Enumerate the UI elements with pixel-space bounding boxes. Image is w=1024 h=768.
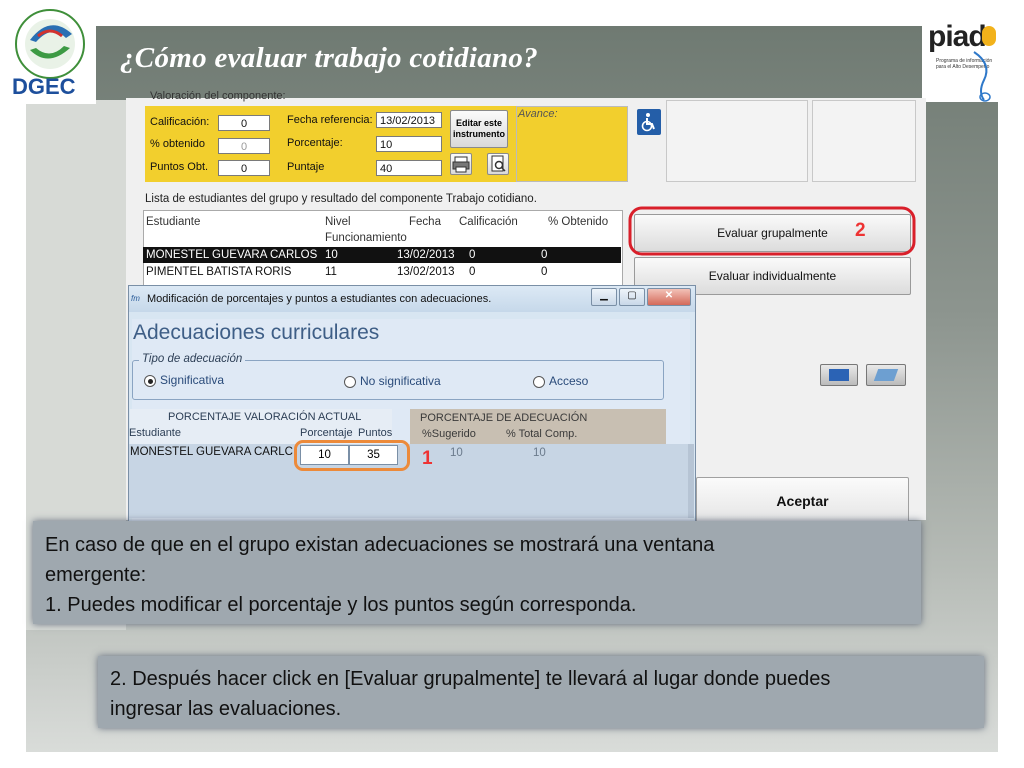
radio-label-acceso: Acceso xyxy=(549,374,589,388)
radio-label-significativa: Significativa xyxy=(160,373,225,387)
note-1-line-3: 1. Puedes modificar el porcentaje y los … xyxy=(45,594,637,616)
section-label: Valoración del componente: xyxy=(150,90,286,102)
col-funcionamiento: Funcionamiento xyxy=(325,232,407,244)
table-row[interactable]: PIMENTEL BATISTA RORIS 11 13/02/2013 0 0 xyxy=(143,264,621,280)
note-1-line-2: emergente: xyxy=(45,564,147,586)
piad-logo: piad Programa de información para el Alt… xyxy=(922,18,1024,102)
puntaje-label: Puntaje xyxy=(287,161,325,173)
print-button[interactable] xyxy=(450,153,472,175)
wheelchair-icon xyxy=(638,110,660,134)
cell-obtenido: 0 xyxy=(541,266,548,278)
radio-dot xyxy=(147,378,153,384)
app-icon: fm xyxy=(131,294,140,303)
col-sugerido-dialog: %Sugerido xyxy=(422,428,476,440)
puntos-obtenidos-label: Puntos Obt. xyxy=(150,161,209,173)
close-button[interactable]: ✕ xyxy=(647,288,691,306)
col-puntos-dialog: Puntos xyxy=(358,427,393,439)
hdr-actual: PORCENTAJE VALORACIÓN ACTUAL xyxy=(168,411,362,423)
col-porcentaje-dialog: Porcentaje xyxy=(300,427,353,439)
cell-estudiante: MONESTEL GUEVARA CARLOS xyxy=(146,249,318,261)
obtenido-label: % obtenido xyxy=(150,138,206,150)
radio-significativa[interactable] xyxy=(144,375,156,387)
dialog-row-total: 10 xyxy=(533,447,546,459)
slide-title: ¿Cómo evaluar trabajo cotidiano? xyxy=(120,42,539,74)
cell-fecha: 13/02/2013 xyxy=(397,266,455,278)
step-badge-1: 1 xyxy=(422,448,433,469)
dialog-title: Modificación de porcentajes y puntos a e… xyxy=(147,293,492,305)
radio-acceso[interactable] xyxy=(533,376,545,388)
fecha-referencia-label: Fecha referencia: xyxy=(287,114,373,126)
fecha-referencia-field[interactable]: 13/02/2013 xyxy=(376,112,442,128)
cell-obtenido: 0 xyxy=(541,249,548,261)
cell-estudiante: PIMENTEL BATISTA RORIS xyxy=(146,266,292,278)
piad-accent-icon xyxy=(982,26,996,46)
highlight-box-1 xyxy=(294,440,410,471)
note-1-line-1: En caso de que en el grupo existan adecu… xyxy=(45,534,715,556)
student-list-title: Lista de estudiantes del grupo y resulta… xyxy=(145,193,537,205)
col-estudiante-dialog: Estudiante xyxy=(129,427,181,439)
cell-fecha: 13/02/2013 xyxy=(397,249,455,261)
avance-box xyxy=(516,106,628,182)
porcentaje-label: Porcentaje: xyxy=(287,137,343,149)
editar-label-line2: instrumento xyxy=(452,129,505,139)
step-badge-2: 2 xyxy=(855,220,866,241)
side-panel xyxy=(666,100,808,182)
printer-icon xyxy=(452,156,470,173)
radio-no-significativa[interactable] xyxy=(344,376,356,388)
print-preview-icon xyxy=(491,155,506,172)
editar-instrumento-button[interactable]: Editar este instrumento xyxy=(450,110,508,148)
dialog-row-sugerido: 10 xyxy=(450,447,463,459)
calificacion-label: Calificación: xyxy=(150,116,210,128)
dialog-scrollbar[interactable] xyxy=(688,444,694,518)
hdr-adecuacion: PORCENTAJE DE ADECUACIÓN xyxy=(420,412,588,424)
piad-logo-text: piad xyxy=(928,20,987,53)
accessibility-button[interactable] xyxy=(637,109,661,135)
porcentaje-field[interactable]: 10 xyxy=(376,136,442,152)
puntos-obtenidos-field[interactable]: 0 xyxy=(218,160,270,176)
preview-button[interactable] xyxy=(487,153,509,175)
col-fecha: Fecha xyxy=(409,216,441,228)
dialog-titlebar: fm Modificación de porcentajes y puntos … xyxy=(129,286,695,312)
group-legend: Tipo de adecuación xyxy=(139,353,246,365)
dialog-row-estudiante: MONESTEL GUEVARA CARLC xyxy=(130,446,293,458)
dgec-logo: DGEC xyxy=(0,0,96,104)
note-1-text: En caso de que en el grupo existan adecu… xyxy=(45,530,714,620)
note-box-2: 2. Después hacer click en [Evaluar grupa… xyxy=(98,656,984,728)
cell-calificacion: 0 xyxy=(469,266,476,278)
note-box-1: En caso de que en el grupo existan adecu… xyxy=(33,521,921,624)
maximize-button[interactable]: ▢ xyxy=(619,288,645,306)
editar-label-line1: Editar este xyxy=(455,118,503,128)
calificacion-field[interactable]: 0 xyxy=(218,115,270,131)
obtenido-field[interactable]: 0 xyxy=(218,138,270,154)
note-2-line-2: ingresar las evaluaciones. xyxy=(110,698,342,720)
dialog-heading: Adecuaciones curriculares xyxy=(133,321,380,344)
toolbar-button-b[interactable] xyxy=(866,364,906,386)
eraser-icon xyxy=(873,369,899,381)
note-2-line-1: 2. Después hacer click en [Evaluar grupa… xyxy=(110,668,831,690)
mouse-cable-icon xyxy=(973,51,991,102)
col-nivel: Nivel xyxy=(325,216,351,228)
minimize-button[interactable]: ▁ xyxy=(591,288,617,306)
radio-label-no-significativa: No significativa xyxy=(360,374,441,388)
table-row-selected[interactable]: MONESTEL GUEVARA CARLOS 10 13/02/2013 0 … xyxy=(143,247,621,263)
cell-nivel: 11 xyxy=(325,266,337,278)
col-estudiante: Estudiante xyxy=(146,216,201,228)
cell-nivel: 10 xyxy=(325,249,338,261)
highlight-ellipse-2 xyxy=(628,206,916,256)
toolbar-button-a[interactable] xyxy=(820,364,858,386)
grid-icon xyxy=(829,369,849,381)
col-calificacion: Calificación xyxy=(459,216,518,228)
col-obtenido: % Obtenido xyxy=(548,216,609,228)
aceptar-button[interactable]: Aceptar xyxy=(696,477,909,527)
col-total-dialog: % Total Comp. xyxy=(506,428,578,440)
note-2-text: 2. Después hacer click en [Evaluar grupa… xyxy=(110,664,830,724)
puntaje-field[interactable]: 40 xyxy=(376,160,442,176)
dgec-logo-text: DGEC xyxy=(12,74,76,99)
cell-calificacion: 0 xyxy=(469,249,476,261)
side-panel-2 xyxy=(812,100,916,182)
